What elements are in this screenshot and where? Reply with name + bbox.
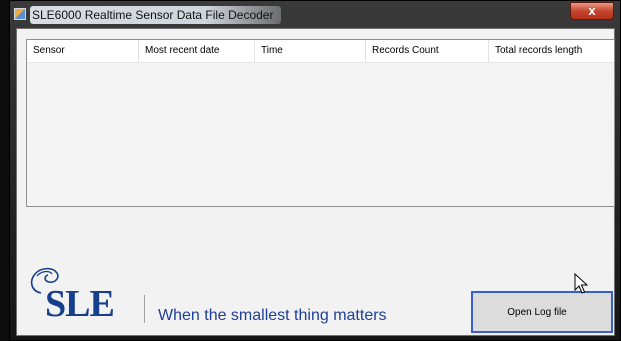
logo-divider	[144, 295, 145, 323]
tagline: When the smallest thing matters	[158, 307, 387, 324]
mouse-pointer-icon	[574, 273, 588, 294]
open-log-file-label: Open Log file	[507, 306, 567, 318]
app-icon[interactable]	[14, 8, 26, 20]
close-icon: x	[588, 3, 596, 18]
title-bar[interactable]: SLE6000 Realtime Sensor Data File Decode…	[10, 1, 620, 28]
column-header-sensor[interactable]: Sensor	[27, 40, 139, 62]
app-window: SLE6000 Realtime Sensor Data File Decode…	[9, 0, 621, 341]
column-header-records-count[interactable]: Records Count	[366, 40, 489, 62]
column-header-most-recent-date[interactable]: Most recent date	[139, 40, 255, 62]
client-area: Sensor Most recent date Time Records Cou…	[16, 28, 615, 336]
window-title: SLE6000 Realtime Sensor Data File Decode…	[30, 6, 282, 24]
logo-text: SLE	[45, 283, 115, 325]
sensor-list-view[interactable]: Sensor Most recent date Time Records Cou…	[26, 39, 615, 207]
close-button[interactable]: x	[570, 2, 614, 20]
sle-logo: SLE	[27, 263, 147, 327]
open-log-file-button[interactable]: Open Log file	[471, 291, 613, 333]
list-header: Sensor Most recent date Time Records Cou…	[27, 40, 614, 63]
column-header-time[interactable]: Time	[255, 40, 366, 62]
column-header-total-records-length[interactable]: Total records length	[489, 40, 614, 62]
